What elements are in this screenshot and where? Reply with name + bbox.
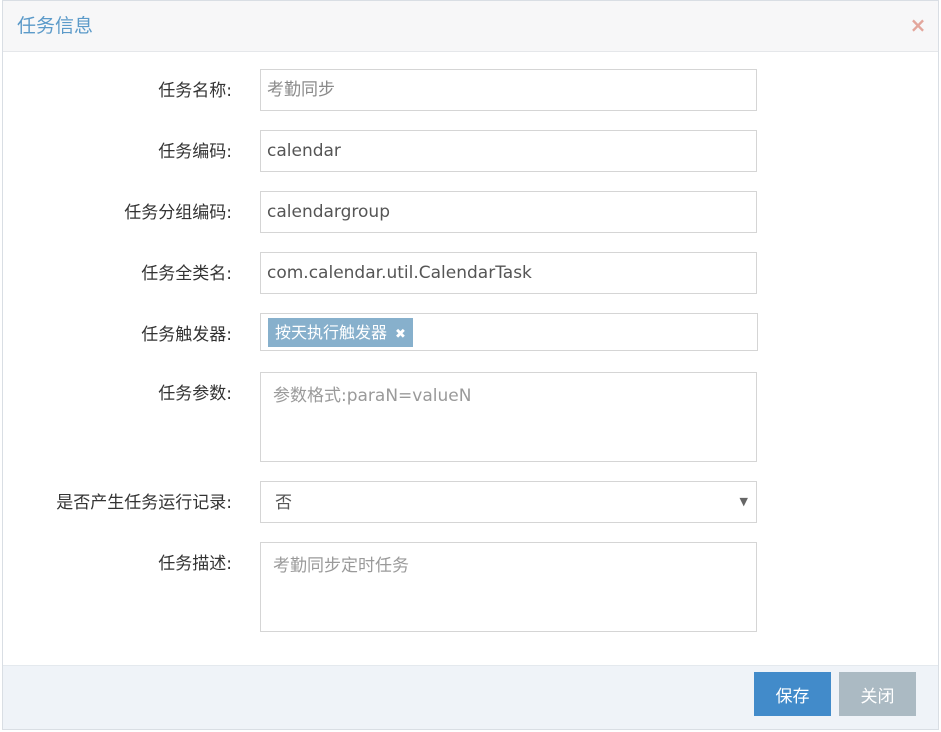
task-class-input[interactable] <box>260 252 757 294</box>
dialog-footer: 保存 关闭 <box>3 665 938 729</box>
trigger-tag: 按天执行触发器 ✖ <box>268 318 413 347</box>
task-trigger-label: 任务触发器: <box>141 325 232 345</box>
save-button[interactable]: 保存 <box>754 672 831 716</box>
task-params-label: 任务参数: <box>158 384 232 404</box>
task-group-code-label: 任务分组编码: <box>124 203 232 223</box>
task-group-code-input[interactable] <box>260 191 757 233</box>
task-name-label: 任务名称: <box>158 81 232 101</box>
dialog-header: 任务信息 × <box>3 1 938 52</box>
gen-log-select[interactable]: 否 ▼ <box>260 481 757 523</box>
task-desc-textarea[interactable] <box>260 542 757 632</box>
dialog-title: 任务信息 <box>17 15 94 37</box>
task-name-input[interactable] <box>260 69 757 111</box>
task-class-label: 任务全类名: <box>141 264 232 284</box>
trigger-tag-label: 按天执行触发器 <box>275 323 388 342</box>
gen-log-label: 是否产生任务运行记录: <box>56 493 232 513</box>
close-icon[interactable]: × <box>908 15 928 35</box>
task-code-label: 任务编码: <box>158 142 232 162</box>
close-button[interactable]: 关闭 <box>839 672 916 716</box>
task-code-input[interactable] <box>260 130 757 172</box>
chevron-down-icon: ▼ <box>739 495 748 508</box>
tag-remove-icon[interactable]: ✖ <box>395 320 406 349</box>
task-trigger-multiselect[interactable]: 按天执行触发器 ✖ <box>260 313 758 351</box>
task-params-textarea[interactable] <box>260 372 757 462</box>
gen-log-selected-value: 否 <box>275 493 292 513</box>
task-desc-label: 任务描述: <box>158 554 232 574</box>
task-info-dialog: 任务信息 × 任务名称: 任务编码: 任务分组编码: 任务全类名: 任务触发器:… <box>2 0 939 730</box>
